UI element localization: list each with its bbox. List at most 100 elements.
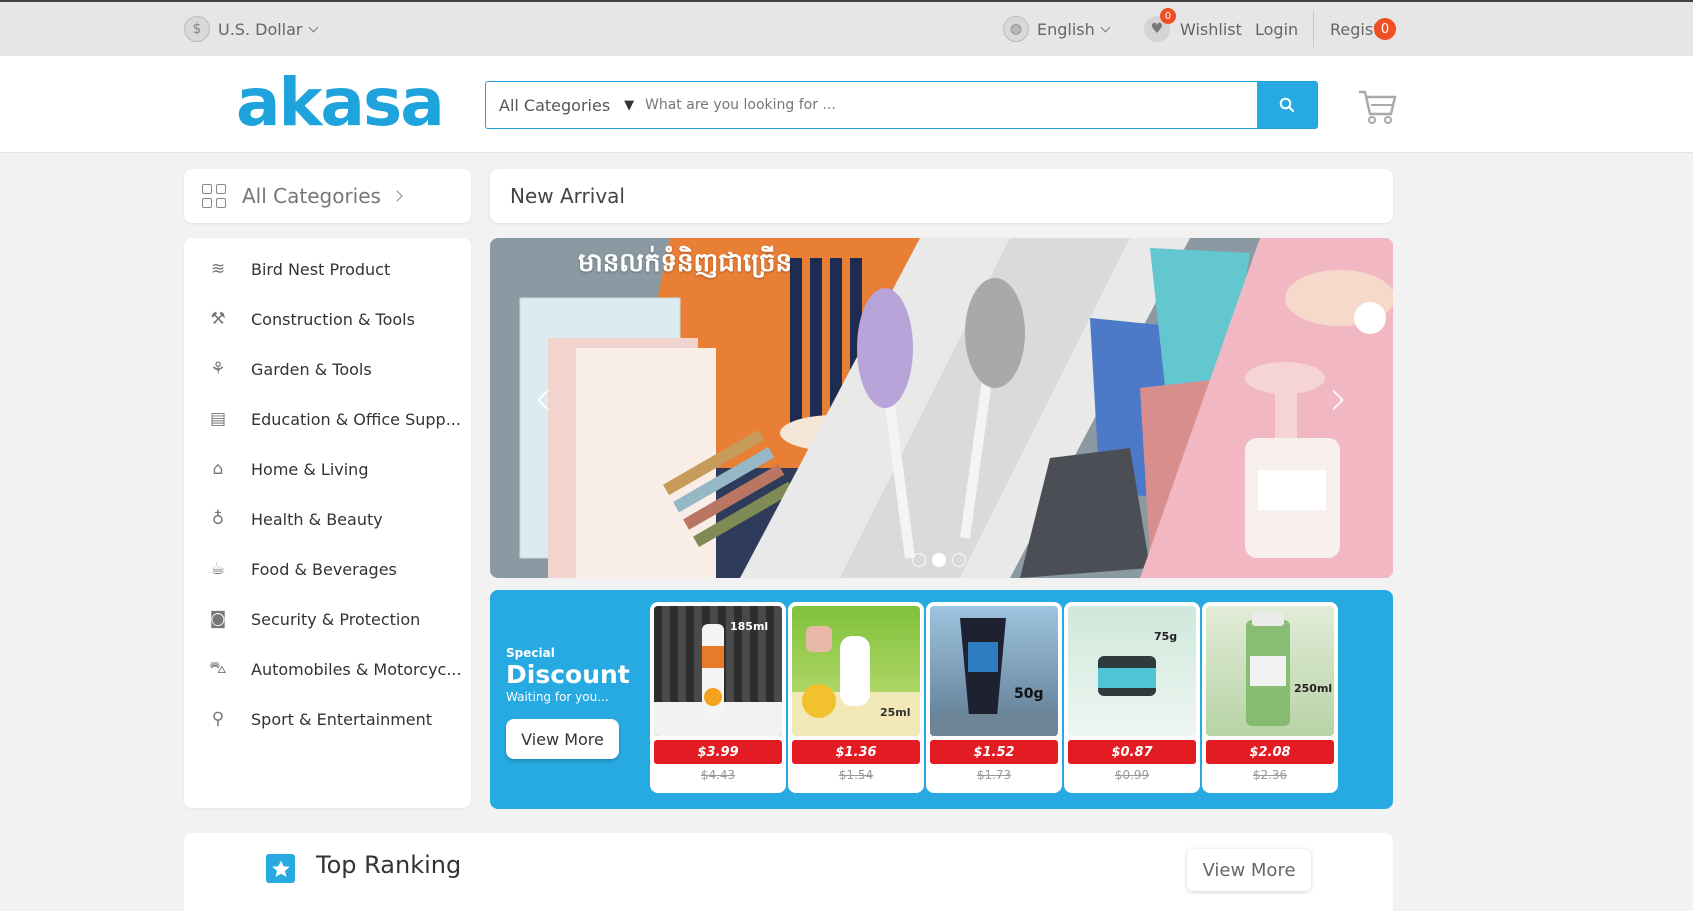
search-bar: All Categories ▼ — [485, 81, 1318, 129]
search-category-select[interactable]: All Categories ▼ — [486, 82, 641, 128]
search-button[interactable] — [1257, 82, 1317, 128]
wishlist-count-badge: 0 — [1160, 8, 1176, 24]
home-appliance-icon: ⌂ — [212, 459, 224, 479]
category-list: ≋ Bird Nest Product ⚒ Construction & Too… — [184, 238, 471, 808]
search-icon — [1279, 97, 1295, 113]
category-item-garden[interactable]: ⚘ Garden & Tools — [184, 349, 471, 389]
category-item-health[interactable]: ♁ Health & Beauty — [184, 499, 471, 539]
banner-pagination — [912, 553, 966, 567]
discount-panel: Special Discount Waiting for you... View… — [490, 590, 1393, 809]
language-selector[interactable]: ◍ English — [1003, 2, 1111, 56]
new-arrival-label: New Arrival — [510, 184, 625, 208]
category-item-bird-nest[interactable]: ≋ Bird Nest Product — [184, 249, 471, 289]
category-item-construction[interactable]: ⚒ Construction & Tools — [184, 299, 471, 339]
car-icon: ⛍ — [209, 658, 227, 678]
top-ranking-title: Top Ranking — [316, 851, 462, 879]
racket-icon: ⚲ — [211, 709, 225, 729]
product-size-label: 25ml — [880, 706, 911, 719]
header: akasa All Categories ▼ — [0, 56, 1693, 153]
food-icon: ☕ — [210, 559, 226, 579]
new-arrival-header: New Arrival — [490, 169, 1393, 223]
cart-icon[interactable] — [1357, 80, 1397, 126]
category-label: Security & Protection — [251, 609, 421, 629]
category-label: Home & Living — [251, 459, 369, 479]
product-old-price: $2.36 — [1252, 768, 1288, 782]
search-category-label: All Categories — [499, 95, 611, 115]
bird-icon: ≋ — [210, 259, 226, 279]
category-label: Food & Beverages — [251, 559, 397, 579]
banner-dot[interactable] — [952, 553, 966, 567]
product-price: $3.99 — [654, 740, 782, 764]
category-label: Education & Office Supp... — [251, 409, 461, 429]
banner-image — [490, 238, 1393, 578]
divider — [1313, 11, 1314, 47]
product-size-label: 75g — [1154, 630, 1178, 643]
banner-dot[interactable] — [912, 553, 926, 567]
banner-dot-active[interactable] — [932, 553, 946, 567]
product-image: 250ml — [1206, 606, 1334, 736]
category-item-education[interactable]: ▤ Education & Office Supp... — [184, 399, 471, 439]
all-categories-label: All Categories — [242, 184, 381, 208]
product-image: 25ml — [792, 606, 920, 736]
product-price: $2.08 — [1206, 740, 1334, 764]
discount-view-more-button[interactable]: View More — [506, 719, 619, 759]
globe-icon: ◍ — [1003, 16, 1029, 42]
bottle-icon: ♁ — [211, 509, 225, 529]
discount-special-label: Special — [506, 646, 555, 660]
product-card[interactable]: 50g $1.52 $1.73 — [926, 602, 1062, 793]
product-image: 185ml — [654, 606, 782, 736]
discount-subtitle: Waiting for you... — [506, 690, 609, 704]
banner-title: មានលក់ទំនិញជាច្រើន — [578, 248, 793, 278]
chevron-down-icon — [308, 22, 318, 32]
category-label: Construction & Tools — [251, 309, 415, 329]
caret-down-icon: ▼ — [624, 97, 635, 113]
product-size-label: 250ml — [1294, 682, 1333, 695]
product-size-label: 185ml — [730, 620, 769, 633]
product-price: $1.36 — [792, 740, 920, 764]
top-ranking-view-more-button[interactable]: View More — [1187, 849, 1311, 891]
category-item-food[interactable]: ☕ Food & Beverages — [184, 549, 471, 589]
currency-icon: $ — [184, 16, 210, 42]
chevron-right-icon — [391, 190, 403, 202]
category-item-security[interactable]: ◙ Security & Protection — [184, 599, 471, 639]
category-label: Garden & Tools — [251, 359, 372, 379]
book-icon: ▤ — [209, 409, 227, 429]
search-input[interactable] — [641, 82, 1257, 128]
currency-selector[interactable]: $ U.S. Dollar — [184, 2, 318, 56]
product-image: 75g — [1068, 606, 1196, 736]
top-ranking-section: Top Ranking View More — [184, 833, 1393, 911]
wishlist-link[interactable]: ♥ 0 Wishlist — [1144, 2, 1242, 56]
product-card[interactable]: 185ml $3.99 $4.43 — [650, 602, 786, 793]
top-bar: $ U.S. Dollar ◍ English ♥ 0 Wishlist Log… — [0, 0, 1693, 56]
currency-label: U.S. Dollar — [218, 19, 303, 39]
logo[interactable]: akasa — [236, 70, 445, 136]
chevron-down-icon — [1100, 22, 1111, 32]
product-old-price: $1.73 — [976, 768, 1012, 782]
login-label: Login — [1255, 19, 1299, 39]
product-old-price: $0.99 — [1114, 768, 1150, 782]
grid-icon — [202, 184, 226, 208]
category-label: Sport & Entertainment — [251, 709, 433, 729]
category-label: Health & Beauty — [251, 509, 383, 529]
all-categories-button[interactable]: All Categories — [184, 169, 471, 223]
construction-icon: ⚒ — [210, 309, 226, 329]
category-label: Automobiles & Motorcyc... — [251, 659, 462, 679]
hero-banner[interactable]: មានលក់ទំនិញជាច្រើន — [490, 238, 1393, 578]
product-old-price: $1.54 — [838, 768, 874, 782]
login-link[interactable]: Login — [1255, 2, 1298, 56]
product-size-label: 50g — [1014, 686, 1044, 702]
garden-icon: ⚘ — [210, 359, 226, 379]
product-old-price: $4.43 — [700, 768, 736, 782]
language-label: English — [1037, 19, 1095, 39]
product-image: 50g — [930, 606, 1058, 736]
product-card[interactable]: 75g $0.87 $0.99 — [1064, 602, 1200, 793]
category-item-sport[interactable]: ⚲ Sport & Entertainment — [184, 699, 471, 739]
star-icon — [266, 854, 295, 883]
category-label: Bird Nest Product — [251, 259, 391, 279]
wishlist-label: Wishlist — [1180, 19, 1242, 39]
product-card[interactable]: 250ml $2.08 $2.36 — [1202, 602, 1338, 793]
product-price: $0.87 — [1068, 740, 1196, 764]
category-item-home[interactable]: ⌂ Home & Living — [184, 449, 471, 489]
category-item-automobiles[interactable]: ⛍ Automobiles & Motorcyc... — [184, 649, 471, 689]
product-card[interactable]: 25ml $1.36 $1.54 — [788, 602, 924, 793]
